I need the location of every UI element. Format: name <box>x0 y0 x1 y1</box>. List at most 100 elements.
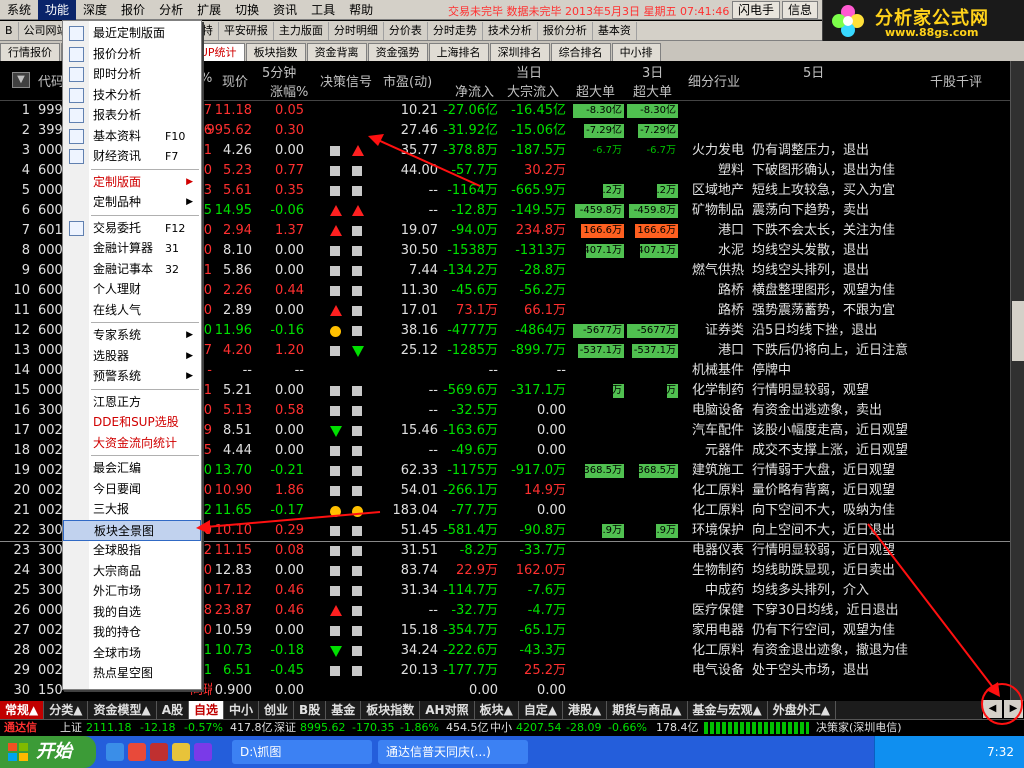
stock-app-icon[interactable] <box>150 743 168 761</box>
bottom-tab-3[interactable]: A股 <box>157 701 189 719</box>
scroll-right-icon[interactable]: ▶ <box>1004 700 1023 718</box>
menu-item-26[interactable]: 今日要闻 <box>63 479 201 500</box>
bottom-tab-2[interactable]: 资金模型▲ <box>88 701 157 719</box>
menu-2[interactable]: 深度 <box>76 0 114 20</box>
bottom-tab-16[interactable]: 外盘外汇▲ <box>768 701 836 719</box>
sort-toggle-button[interactable]: ▼ <box>12 72 30 88</box>
col-min5-top[interactable]: 5分钟 <box>262 62 296 81</box>
menu-item-1[interactable]: 报价分析 <box>63 44 201 65</box>
menu-6[interactable]: 切换 <box>228 0 266 20</box>
menubar-right-1[interactable]: 信息 <box>781 0 818 19</box>
tool-icon[interactable] <box>194 743 212 761</box>
menu-item-9[interactable]: 定制品种 ▶ <box>63 192 201 213</box>
toolbar-button-9[interactable]: 分时走势 <box>428 21 483 40</box>
menu-0[interactable]: 系统 <box>0 0 38 20</box>
menu-item-0[interactable]: 最近定制版面 <box>63 23 201 44</box>
menu-item-22[interactable]: DDE和SUP选股 <box>63 412 201 433</box>
menu-item-14[interactable]: 个人理财 <box>63 279 201 300</box>
menu-item-23[interactable]: 大资金流向统计 <box>63 433 201 454</box>
scroll-thumb[interactable] <box>1012 301 1024 361</box>
toolbar-button-10[interactable]: 技术分析 <box>483 21 538 40</box>
menu-item-32[interactable]: 我的自选 <box>63 602 201 623</box>
col-price[interactable]: 现价 <box>222 71 248 90</box>
menu-item-29[interactable]: 全球股指 <box>63 540 201 561</box>
menu-item-8[interactable]: 定制版面 ▶ <box>63 172 201 193</box>
menu-item-18[interactable]: 选股器 ▶ <box>63 346 201 367</box>
menu-item-11[interactable]: 交易委托 F12 <box>63 218 201 239</box>
folder-icon[interactable] <box>172 743 190 761</box>
bottom-tab-0[interactable]: 常规▲ <box>0 701 45 719</box>
tab-6[interactable]: 资金强势 <box>367 43 428 61</box>
menu-item-30[interactable]: 大宗商品 <box>63 561 201 582</box>
tab-0[interactable]: 行情报价 <box>0 43 60 61</box>
toolbar-button-12[interactable]: 基本资 <box>593 21 637 40</box>
bottom-tab-5[interactable]: 中小 <box>224 701 260 719</box>
bottom-tab-15[interactable]: 基金与宏观▲ <box>688 701 768 719</box>
tab-5[interactable]: 资金背离 <box>306 43 367 61</box>
menu-8[interactable]: 工具 <box>304 0 342 20</box>
col-signal[interactable]: 决策信号 <box>320 71 372 90</box>
app-icon[interactable] <box>128 743 146 761</box>
ie-icon[interactable] <box>106 743 124 761</box>
tab-4[interactable]: 板块指数 <box>245 43 306 61</box>
col-industry[interactable]: 细分行业 <box>688 71 740 90</box>
col-net-inflow[interactable]: 净流入 <box>455 81 494 100</box>
bottom-tab-6[interactable]: 创业 <box>259 701 295 719</box>
menu-4[interactable]: 分析 <box>152 0 190 20</box>
menu-item-3[interactable]: 技术分析 <box>63 85 201 106</box>
task-tdx[interactable]: 通达信普天同庆(...) <box>378 740 528 764</box>
menu-item-15[interactable]: 在线人气 <box>63 300 201 321</box>
menu-item-21[interactable]: 江恩正方 <box>63 392 201 413</box>
vertical-scrollbar[interactable] <box>1010 61 1024 701</box>
toolbar-button-0[interactable]: B <box>0 21 19 40</box>
col-super-order-2[interactable]: 超大单 <box>633 81 672 100</box>
bottom-tab-4[interactable]: 自选 <box>189 701 225 719</box>
server-label[interactable]: 决策家(深圳电信) <box>816 720 902 736</box>
toolbar-button-8[interactable]: 分价表 <box>384 21 428 40</box>
bottom-tab-9[interactable]: 板块指数 <box>361 701 421 719</box>
bottom-tab-8[interactable]: 基金 <box>326 701 362 719</box>
menu-item-35[interactable]: 热点星空图 <box>63 663 201 684</box>
bottom-tab-7[interactable]: B股 <box>294 701 327 719</box>
scroll-left-icon[interactable]: ◀ <box>983 700 1002 718</box>
col-block-inflow[interactable]: 大宗流入 <box>507 81 559 100</box>
bottom-tab-1[interactable]: 分类▲ <box>44 701 89 719</box>
col-pe[interactable]: 市盈(动) <box>383 71 432 90</box>
menu-item-34[interactable]: 全球市场 <box>63 643 201 664</box>
bottom-tab-12[interactable]: 自定▲ <box>519 701 564 719</box>
menu-item-13[interactable]: 金融记事本 32 <box>63 259 201 280</box>
menu-item-2[interactable]: 即时分析 <box>63 64 201 85</box>
menu-item-12[interactable]: 金融计算器 31 <box>63 238 201 259</box>
menu-item-17[interactable]: 专家系统 ▶ <box>63 325 201 346</box>
toolbar-button-6[interactable]: 主力版面 <box>274 21 329 40</box>
menu-item-33[interactable]: 我的持仓 <box>63 622 201 643</box>
col-super-order-1[interactable]: 超大单 <box>576 81 615 100</box>
menu-1[interactable]: 功能 <box>38 0 77 20</box>
menu-9[interactable]: 帮助 <box>342 0 380 20</box>
start-button[interactable]: 开始 <box>0 736 96 768</box>
menu-item-25[interactable]: 最会汇编 <box>63 458 201 479</box>
toolbar-button-5[interactable]: 平安研报 <box>219 21 274 40</box>
col-min5-bottom[interactable]: 涨幅% <box>270 81 308 100</box>
menu-item-28[interactable]: 板块全景图 <box>63 519 201 541</box>
menu-item-5[interactable]: 基本资料 F10 <box>63 126 201 147</box>
task-folder[interactable]: D:\抓图 <box>232 740 372 764</box>
tab-10[interactable]: 中小排 <box>611 43 661 61</box>
menu-item-27[interactable]: 三大报 <box>63 499 201 520</box>
bottom-tab-10[interactable]: AH对照 <box>420 701 475 719</box>
menu-5[interactable]: 扩展 <box>190 0 228 20</box>
bottom-tab-14[interactable]: 期货与商品▲ <box>607 701 688 719</box>
menu-3[interactable]: 报价 <box>114 0 152 20</box>
col-comment[interactable]: 千股千评 <box>930 71 982 90</box>
menu-item-19[interactable]: 预警系统 ▶ <box>63 366 201 387</box>
menu-7[interactable]: 资讯 <box>266 0 304 20</box>
col-code[interactable]: 代码 <box>38 71 64 90</box>
tab-7[interactable]: 上海排名 <box>428 43 489 61</box>
tab-9[interactable]: 综合排名 <box>550 43 611 61</box>
tab-8[interactable]: 深圳排名 <box>489 43 550 61</box>
menu-item-31[interactable]: 外汇市场 <box>63 581 201 602</box>
menu-item-6[interactable]: 财经资讯 F7 <box>63 146 201 167</box>
bottom-tab-11[interactable]: 板块▲ <box>475 701 519 719</box>
bottom-tab-13[interactable]: 港股▲ <box>563 701 608 719</box>
menu-item-4[interactable]: 报表分析 <box>63 105 201 126</box>
